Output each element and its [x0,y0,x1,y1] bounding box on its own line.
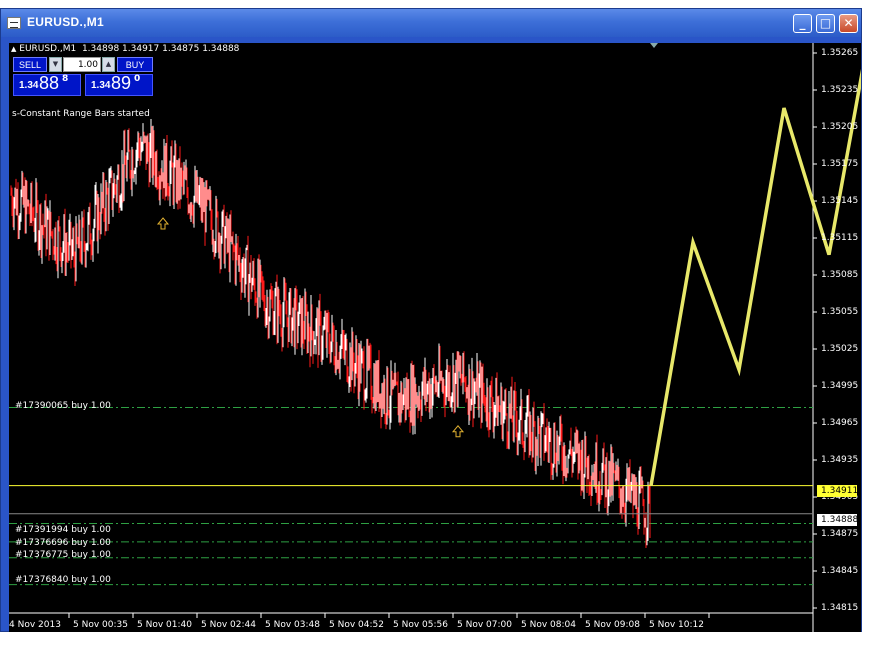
buy-quote-fraction: 0 [134,74,141,84]
time-axis-label: 5 Nov 05:56 [393,620,448,630]
time-axis-label: 5 Nov 02:44 [201,620,256,630]
sell-quote[interactable]: 1.34 88 8 [13,73,81,96]
chart-shift-icon [650,43,658,48]
status-message: s-Constant Range Bars started [12,109,150,119]
time-axis-label: 5 Nov 00:35 [73,620,128,630]
lot-decrease-button[interactable]: ▼ [49,57,62,72]
minimize-button[interactable]: _ [793,14,812,33]
buy-quote-prefix: 1.34 [91,80,111,91]
chevron-down-icon: ▼ [52,60,59,68]
bid-price-tag: 1.34911 [817,485,858,497]
lot-increase-button[interactable]: ▲ [102,57,115,72]
close-button[interactable]: ✕ [839,14,858,33]
time-axis-label: 5 Nov 10:12 [649,620,704,630]
price-scale-label: 1.35235 [821,85,859,95]
lot-size-input[interactable]: 1.00 [63,57,101,72]
buy-quote-pips: 89 [111,73,132,93]
close-icon: ✕ [843,16,854,30]
price-chart[interactable]: ▲ EURUSD.,M1 1.34898 1.34917 1.34875 1.3… [9,43,861,632]
time-axis-label: 5 Nov 01:40 [137,620,192,630]
price-scale-label: 1.35115 [821,233,859,243]
collapse-triangle-icon[interactable]: ▲ [11,45,16,53]
maximize-icon: □ [819,16,832,30]
price-scale-label: 1.34845 [821,566,859,576]
time-axis-label: 4 Nov 2013 [9,620,61,630]
price-scale-label: 1.34815 [821,603,859,613]
price-scale-label: 1.34875 [821,529,859,539]
price-scale-label: 1.35145 [821,196,859,206]
window-title: EURUSD.,M1 [27,15,105,29]
buy-arrow-marker [156,217,170,230]
last-price-tag: 1.34888 [817,514,858,526]
chart-window-icon [7,17,21,29]
sell-quote-prefix: 1.34 [19,80,39,91]
sell-button[interactable]: SELL [13,57,47,72]
time-axis-label: 5 Nov 03:48 [265,620,320,630]
order-label[interactable]: #17390065 buy 1.00 [15,401,111,411]
price-scale-label: 1.35025 [821,344,859,354]
chevron-up-icon: ▲ [105,60,112,68]
chart-canvas[interactable] [9,43,861,632]
time-axis-label: 5 Nov 07:00 [457,620,512,630]
chart-window: EURUSD.,M1 _ □ ✕ ▲ EURUSD.,M1 1.34898 1.… [0,8,862,632]
time-axis-label: 5 Nov 09:08 [585,620,640,630]
sell-quote-pips: 88 [39,73,60,93]
price-scale-label: 1.35055 [821,307,859,317]
buy-arrow-marker [451,424,465,438]
time-axis-label: 5 Nov 08:04 [521,620,576,630]
order-label[interactable]: #17391994 buy 1.00 [15,525,111,535]
sell-quote-fraction: 8 [62,74,69,84]
minimize-icon: _ [799,16,806,30]
ohlc-text: EURUSD.,M1 1.34898 1.34917 1.34875 1.348… [19,44,240,54]
price-scale-label: 1.34995 [821,381,859,391]
price-scale-label: 1.35175 [821,159,859,169]
order-label[interactable]: #17376840 buy 1.00 [15,575,111,585]
time-axis-label: 5 Nov 04:52 [329,620,384,630]
title-bar[interactable]: EURUSD.,M1 _ □ ✕ [1,9,861,37]
price-scale-label: 1.35085 [821,270,859,280]
price-scale-label: 1.35205 [821,122,859,132]
price-scale-label: 1.35265 [821,48,859,58]
buy-quote[interactable]: 1.34 89 0 [85,73,153,96]
buy-button[interactable]: BUY [117,57,153,72]
maximize-button[interactable]: □ [816,14,835,33]
order-label[interactable]: #17376775 buy 1.00 [15,550,111,560]
one-click-trading-panel: SELL ▼ 1.00 ▲ BUY 1.34 88 8 1.34 89 0 [13,57,153,97]
order-label[interactable]: #17376696 buy 1.00 [15,538,111,548]
ohlc-header: ▲ EURUSD.,M1 1.34898 1.34917 1.34875 1.3… [11,44,239,54]
price-scale-label: 1.34965 [821,418,859,428]
price-scale-label: 1.34935 [821,455,859,465]
